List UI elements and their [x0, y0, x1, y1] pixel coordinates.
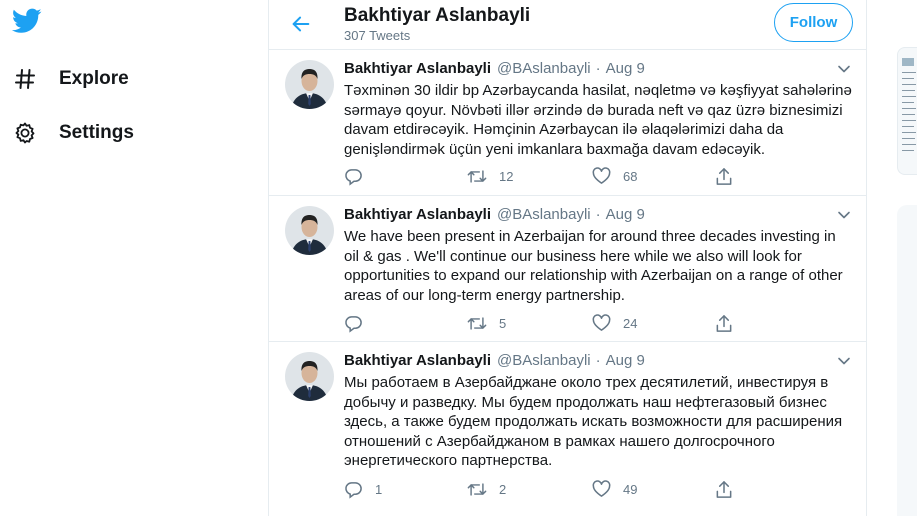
nav-settings[interactable]: Settings — [12, 113, 134, 153]
retweet-icon — [467, 169, 487, 183]
gear-icon — [12, 120, 38, 146]
nav-explore[interactable]: Explore — [12, 59, 129, 99]
nav-explore-label: Explore — [59, 68, 129, 89]
tweet-date[interactable]: Aug 9 — [606, 352, 645, 369]
sidebar-panel — [897, 205, 917, 516]
retweet-button[interactable]: 12 — [467, 165, 513, 187]
tweet-header: Bakhtiyar Aslanbayli @BAslanbayli · Aug … — [344, 60, 645, 80]
like-count: 68 — [623, 168, 638, 184]
tweet-actions: 12 68 — [344, 165, 764, 187]
chevron-down-icon[interactable] — [837, 208, 851, 222]
like-count: 49 — [623, 481, 638, 497]
retweet-icon — [467, 482, 487, 496]
retweet-button[interactable]: 2 — [467, 478, 506, 500]
share-button[interactable] — [715, 165, 733, 187]
page-title: Bakhtiyar Aslanbayli — [344, 5, 531, 26]
reply-button[interactable]: 1 — [344, 478, 382, 500]
author-name[interactable]: Bakhtiyar Aslanbayli — [344, 206, 491, 223]
like-button[interactable]: 68 — [592, 165, 637, 187]
nav-settings-label: Settings — [59, 122, 134, 143]
retweet-count: 5 — [499, 315, 507, 331]
reply-button[interactable] — [344, 165, 375, 187]
tweet-header: Bakhtiyar Aslanbayli @BAslanbayli · Aug … — [344, 206, 645, 226]
separator-dot: · — [595, 352, 601, 369]
tweet-header: Bakhtiyar Aslanbayli @BAslanbayli · Aug … — [344, 352, 645, 372]
retweet-icon — [467, 316, 487, 330]
main-timeline: Bakhtiyar Aslanbayli 307 Tweets Follow B… — [268, 0, 867, 516]
reply-icon — [345, 481, 362, 499]
follow-button[interactable]: Follow — [774, 3, 853, 42]
heart-icon — [592, 480, 611, 497]
tweet-date[interactable]: Aug 9 — [606, 206, 645, 223]
reply-icon — [345, 315, 362, 333]
right-sidebar — [897, 0, 917, 516]
profile-header: Bakhtiyar Aslanbayli 307 Tweets Follow — [269, 0, 866, 50]
share-icon — [716, 480, 732, 498]
author-handle[interactable]: @BAslanbayli — [497, 60, 591, 77]
reply-count: 1 — [375, 481, 383, 497]
avatar[interactable] — [285, 206, 334, 255]
tweet-text: We have been present in Azerbaijan for a… — [344, 228, 843, 304]
author-handle[interactable]: @BAslanbayli — [497, 352, 591, 369]
tweet[interactable]: Bakhtiyar Aslanbayli @BAslanbayli · Aug … — [269, 342, 866, 516]
avatar[interactable] — [285, 352, 334, 401]
retweet-button[interactable]: 5 — [467, 312, 506, 334]
heart-icon — [592, 167, 611, 184]
tweet-actions: 5 24 — [344, 312, 764, 334]
like-button[interactable]: 49 — [592, 478, 637, 500]
chevron-down-icon[interactable] — [837, 62, 851, 76]
tweet[interactable]: Bakhtiyar Aslanbayli @BAslanbayli · Aug … — [269, 50, 866, 196]
retweet-count: 2 — [499, 481, 507, 497]
twitter-bird-icon[interactable] — [11, 8, 44, 40]
author-name[interactable]: Bakhtiyar Aslanbayli — [344, 60, 491, 77]
tweet-text: Мы работаем в Азербайджане около трех де… — [344, 374, 843, 469]
like-count: 24 — [623, 315, 638, 331]
tweet-date[interactable]: Aug 9 — [606, 60, 645, 77]
tweet[interactable]: Bakhtiyar Aslanbayli @BAslanbayli · Aug … — [269, 196, 866, 342]
share-button[interactable] — [715, 312, 733, 334]
reply-button[interactable] — [344, 312, 375, 334]
like-button[interactable]: 24 — [592, 312, 637, 334]
reply-icon — [345, 168, 362, 186]
share-icon — [716, 167, 732, 185]
separator-dot: · — [595, 206, 601, 223]
tweet-count: 307 Tweets — [344, 28, 411, 43]
share-icon — [716, 314, 732, 332]
author-name[interactable]: Bakhtiyar Aslanbayli — [344, 352, 491, 369]
back-button[interactable] — [287, 10, 315, 38]
tweet-actions: 1 2 49 — [344, 478, 764, 500]
separator-dot: · — [595, 60, 601, 77]
arrow-left-icon — [292, 16, 310, 32]
avatar[interactable] — [285, 60, 334, 109]
author-handle[interactable]: @BAslanbayli — [497, 206, 591, 223]
media-thumbnail[interactable] — [897, 47, 917, 175]
heart-icon — [592, 314, 611, 331]
retweet-count: 12 — [499, 168, 514, 184]
share-button[interactable] — [715, 478, 733, 500]
left-navigation: Explore Settings — [0, 0, 268, 516]
chevron-down-icon[interactable] — [837, 354, 851, 368]
hashtag-icon — [12, 66, 38, 92]
tweet-text: Təxminən 30 ildir bp Azərbaycanda hasila… — [344, 82, 852, 158]
